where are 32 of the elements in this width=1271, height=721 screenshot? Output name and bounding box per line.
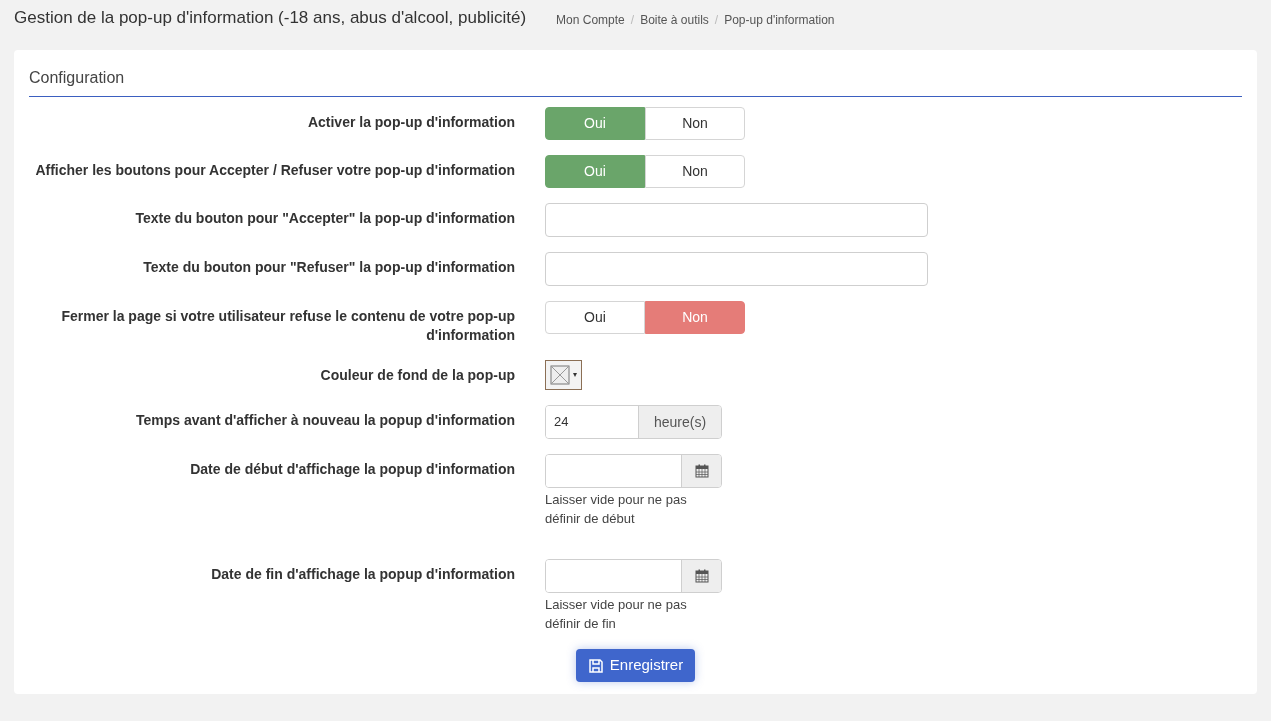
breadcrumb-link[interactable]: Mon Compte (556, 11, 625, 29)
save-button[interactable]: Enregistrer (575, 649, 696, 682)
field-label: Texte du bouton pour "Refuser" la pop-up d'information (142, 258, 515, 277)
toggle-option[interactable]: Oui (545, 301, 645, 334)
date-field[interactable] (545, 454, 722, 488)
color-picker[interactable]: ▾ (545, 360, 582, 390)
calendar-icon (694, 569, 709, 583)
breadcrumb-separator: / (630, 12, 635, 29)
field-label: Fermer la page si votre utilisateur refuse le contenu de votre pop-up d'information (60, 307, 515, 345)
help-text: Laisser vide pour ne pas définir de fin (545, 596, 688, 633)
toggle-option[interactable]: Non (645, 155, 745, 188)
field-label: Texte du bouton pour "Accepter" la pop-up d'information (134, 209, 515, 228)
toggle-option[interactable]: Non (645, 107, 745, 140)
date-field[interactable] (545, 559, 722, 593)
panel-title: Configuration (29, 50, 1242, 97)
input-field[interactable] (545, 203, 928, 237)
field-label: Date de fin d'affichage la popup d'information (210, 565, 515, 584)
field-label: Couleur de fond de la pop-up (319, 366, 515, 385)
calendar-icon (694, 464, 709, 478)
breadcrumb-link[interactable]: Boite à outils (640, 11, 709, 29)
page-title: Gestion de la pop-up d'information (-18 ans, abus d'alcool, publicité) (14, 6, 527, 29)
field-label: Date de début d'affichage la popup d'information (189, 460, 515, 479)
no-color-icon (550, 365, 570, 385)
field-label: Activer la pop-up d'information (306, 113, 515, 132)
help-text: Laisser vide pour ne pas définir de début (545, 491, 688, 528)
unit-label: heure(s) (639, 406, 721, 438)
field-label: Temps avant d'afficher à nouveau la popup d'information (135, 411, 515, 430)
field-label: Afficher les boutons pour Accepter / Refuser votre pop-up d'information (34, 161, 515, 180)
input-field[interactable] (545, 252, 928, 286)
breadcrumb-separator: / (714, 12, 719, 29)
breadcrumb-link[interactable]: Pop-up d'information (724, 11, 835, 29)
number-field[interactable]: 24 heure(s) (545, 405, 722, 439)
